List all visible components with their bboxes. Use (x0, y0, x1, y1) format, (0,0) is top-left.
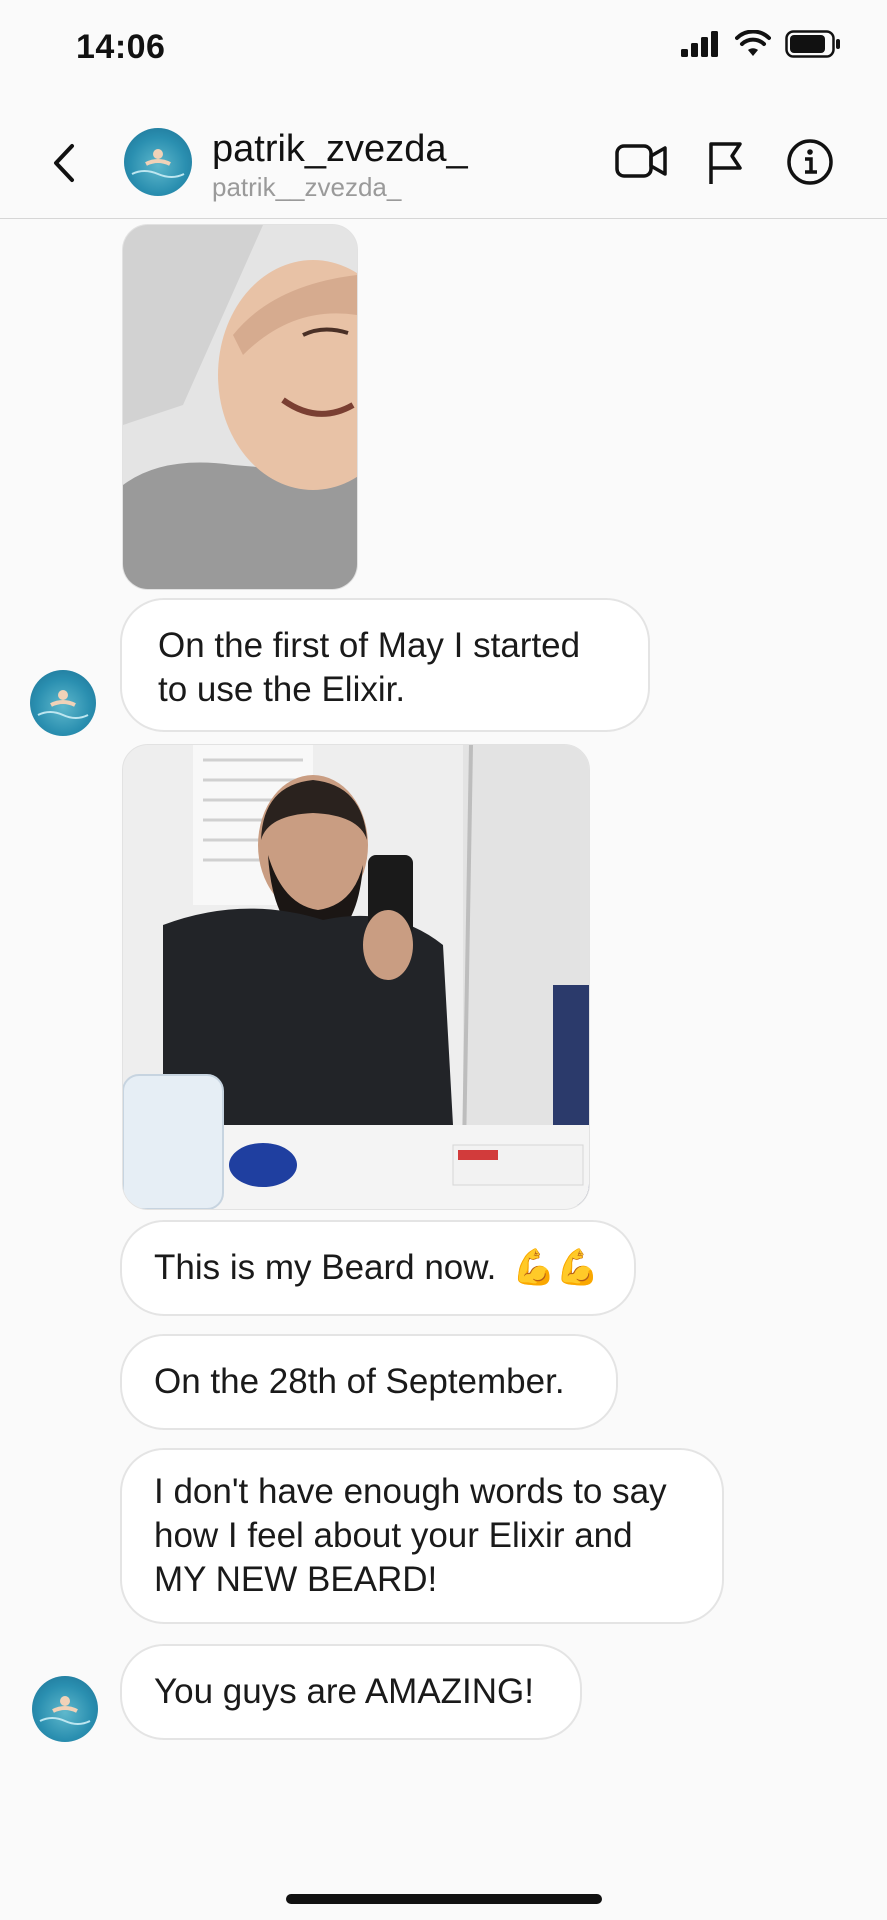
home-indicator[interactable] (286, 1894, 602, 1904)
wifi-icon (735, 30, 771, 56)
message-text: MY NEW BEARD! (154, 1560, 438, 1599)
status-icons (681, 30, 841, 58)
avatar[interactable] (124, 128, 192, 196)
swimmer-icon (39, 1696, 91, 1725)
video-call-icon[interactable] (615, 138, 669, 184)
swimmer-icon (37, 690, 89, 719)
info-icon[interactable] (786, 138, 834, 186)
status-bar: 14:06 (0, 0, 887, 100)
back-chevron-icon[interactable] (46, 138, 86, 188)
contact-name[interactable]: patrik_zvezda_ (212, 128, 468, 171)
avatar[interactable] (32, 1676, 98, 1742)
message-text: You guys are AMAZING! (154, 1672, 534, 1711)
avatar[interactable] (30, 670, 96, 736)
selfie-photo (123, 225, 357, 589)
status-time: 14:06 (76, 28, 166, 66)
message-text: to use the Elixir. (158, 670, 406, 709)
battery-icon (785, 30, 840, 58)
message-bubble[interactable]: This is my Beard now. 💪💪 (120, 1220, 636, 1316)
flexed-biceps-emoji: 💪💪 (512, 1248, 600, 1287)
message-text: On the first of May I started (158, 626, 581, 665)
message-bubble[interactable]: On the 28th of September. (120, 1334, 618, 1430)
contact-username: patrik__zvezda_ (212, 172, 402, 202)
message-text: I don't have enough words to say (154, 1472, 667, 1511)
message-bubble[interactable]: You guys are AMAZING! (120, 1644, 582, 1740)
message-bubble[interactable]: I don't have enough words to say how I f… (120, 1448, 724, 1624)
mirror-selfie-photo (123, 745, 589, 1209)
chat-header: patrik_zvezda_ patrik__zvezda_ (0, 110, 887, 219)
signal-icon (681, 31, 718, 57)
message-text: This is my Beard now. (154, 1248, 497, 1287)
flag-icon[interactable] (706, 138, 746, 186)
message-bubble[interactable]: On the first of May I started to use the… (120, 598, 650, 732)
message-text: how I feel about your Elixir and (154, 1516, 633, 1555)
message-photo-selfie[interactable] (122, 224, 358, 590)
swimmer-icon (131, 149, 185, 178)
message-photo-mirror-selfie[interactable] (122, 744, 590, 1210)
message-text: On the 28th of September. (154, 1362, 565, 1401)
